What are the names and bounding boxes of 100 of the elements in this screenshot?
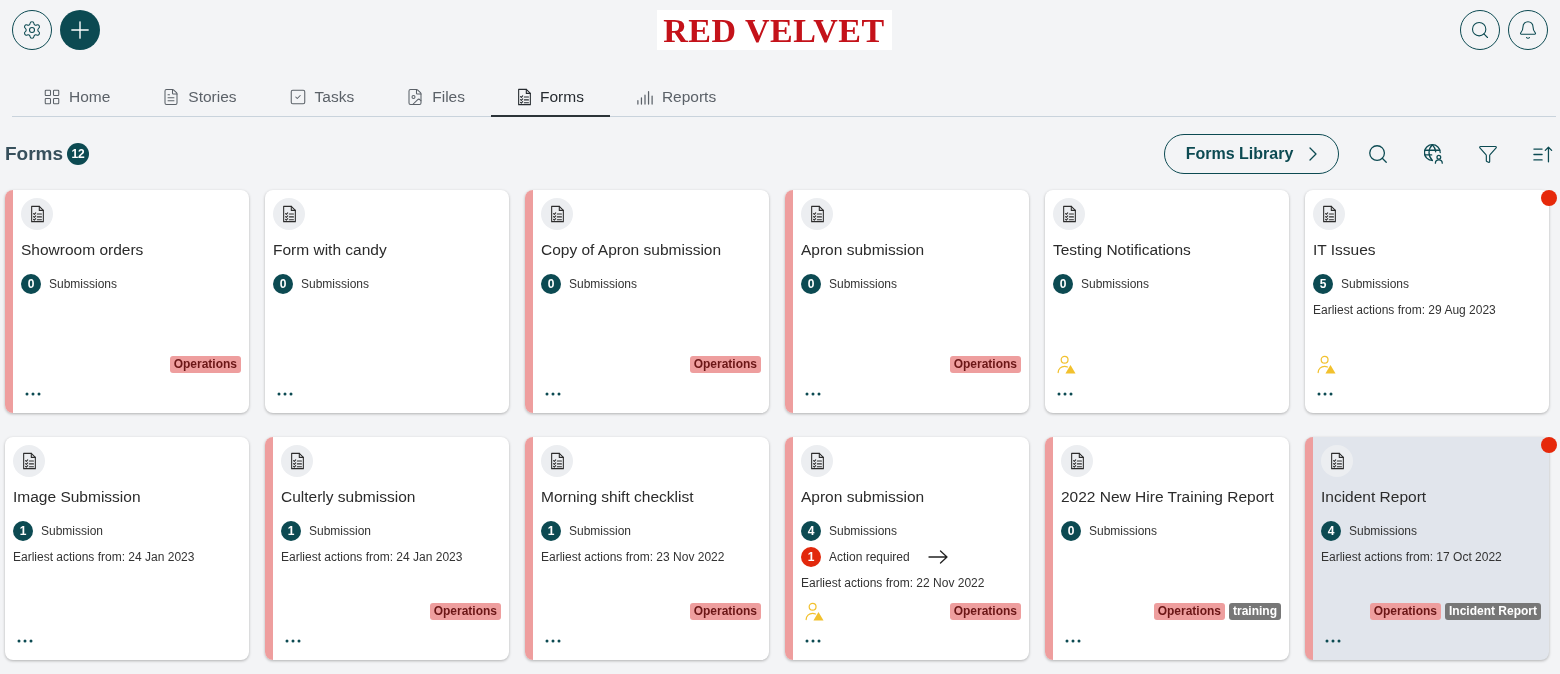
earliest-actions-text: Earliest actions from: 17 Oct 2022: [1321, 549, 1503, 566]
form-title[interactable]: Showroom orders: [21, 240, 241, 260]
form-title[interactable]: IT Issues: [1313, 240, 1541, 260]
count-badge: 5: [1313, 274, 1333, 294]
form-icon: [13, 445, 45, 477]
form-card[interactable]: Incident Report 4 Submissions Earliest actions from: 17 Oct 2022 Operations Incident Report: [1305, 437, 1549, 660]
count-badge: 1: [13, 521, 33, 541]
count-label: Submissions: [1341, 276, 1410, 293]
ellipsis-icon: [277, 392, 293, 396]
count-label: Submissions: [569, 276, 638, 293]
category-tag: Operations: [689, 602, 761, 620]
form-title[interactable]: Copy of Apron submission: [541, 240, 761, 260]
form-icon: [541, 198, 573, 230]
category-tag: Operations: [689, 355, 761, 373]
form-card[interactable]: 2022 New Hire Training Report 0 Submissions Operations training: [1045, 437, 1289, 660]
category-tag: training: [1229, 602, 1281, 620]
earliest-actions-text: Earliest actions from: 23 Nov 2022: [541, 549, 726, 566]
search-icon: [1367, 143, 1389, 165]
form-title[interactable]: 2022 New Hire Training Report: [1061, 487, 1281, 507]
sort-icon: [1533, 145, 1553, 163]
chevron-right-icon: [1309, 147, 1318, 161]
arrow-right-icon[interactable]: [927, 550, 948, 564]
count-badge: 1: [801, 547, 821, 567]
globe-user-icon: [1423, 144, 1443, 164]
category-tag: Operations: [949, 602, 1021, 620]
count-badge: 4: [1321, 521, 1341, 541]
count-label: Submissions: [829, 276, 898, 293]
count-label: Submission: [41, 523, 104, 540]
form-title[interactable]: Culterly submission: [281, 487, 501, 507]
settings-icon: [22, 20, 42, 40]
form-icon: [801, 198, 833, 230]
category-tag: Incident Report: [1445, 602, 1541, 620]
add-button[interactable]: [60, 10, 100, 50]
form-card[interactable]: Copy of Apron submission 0 Submissions Operations: [525, 190, 769, 413]
category-tag: Operations: [429, 602, 501, 620]
nav-tab[interactable]: Forms: [490, 78, 610, 117]
ellipsis-icon: [805, 392, 821, 396]
count-badge: 1: [281, 521, 301, 541]
ellipsis-icon: [25, 392, 41, 396]
ellipsis-icon: [285, 639, 301, 643]
form-title[interactable]: Testing Notifications: [1053, 240, 1281, 260]
form-icon: [801, 445, 833, 477]
form-card[interactable]: Apron submission 4 Submissions 1 Action required Earliest actions from: 22 Nov 2022 Operations: [785, 437, 1029, 660]
ellipsis-icon: [1325, 639, 1341, 643]
ellipsis-icon: [1065, 639, 1081, 643]
image-file-icon: [406, 87, 425, 106]
count-label: Action required: [829, 549, 910, 566]
category-tag: Operations: [169, 355, 241, 373]
form-card[interactable]: Testing Notifications 0 Submissions: [1045, 190, 1289, 413]
form-icon: [541, 445, 573, 477]
nav-tab[interactable]: Tasks: [262, 78, 381, 117]
ellipsis-icon: [17, 639, 33, 643]
search-icon: [1470, 20, 1490, 40]
form-card[interactable]: IT Issues 5 Submissions Earliest actions from: 29 Aug 2023: [1305, 190, 1549, 413]
form-card[interactable]: Culterly submission 1 Submission Earliest actions from: 24 Jan 2023 Operations: [265, 437, 509, 660]
count-label: Submissions: [49, 276, 118, 293]
form-title[interactable]: Apron submission: [801, 487, 1021, 507]
nav-tab[interactable]: Files: [380, 78, 491, 117]
form-card[interactable]: Morning shift checklist 1 Submission Earliest actions from: 23 Nov 2022 Operations: [525, 437, 769, 660]
count-badge: 4: [801, 521, 821, 541]
brand-logo: RED VELVET: [656, 10, 892, 50]
form-title[interactable]: Incident Report: [1321, 487, 1541, 507]
bell-icon: [1518, 20, 1538, 40]
form-card[interactable]: Apron submission 0 Submissions Operations: [785, 190, 1029, 413]
document-icon: [162, 87, 181, 106]
form-title[interactable]: Form with candy: [273, 240, 501, 260]
earliest-actions-text: Earliest actions from: 24 Jan 2023: [281, 549, 464, 566]
form-icon: [1313, 198, 1345, 230]
nav-tab[interactable]: Stories: [136, 78, 263, 117]
form-card[interactable]: Showroom orders 0 Submissions Operations: [5, 190, 249, 413]
count-badge: 0: [541, 274, 561, 294]
form-icon: [1321, 445, 1353, 477]
form-icon: [273, 198, 305, 230]
form-icon: [21, 198, 53, 230]
form-icon: [1053, 198, 1085, 230]
count-label: Submissions: [1349, 523, 1418, 540]
form-card[interactable]: Image Submission 1 Submission Earliest actions from: 24 Jan 2023: [5, 437, 249, 660]
earliest-actions-text: Earliest actions from: 29 Aug 2023: [1313, 302, 1497, 319]
nav-tab[interactable]: Reports: [609, 78, 743, 117]
category-tag: Operations: [1369, 602, 1441, 620]
form-icon: [1061, 445, 1093, 477]
count-badge: 12: [67, 143, 90, 165]
form-title[interactable]: Morning shift checklist: [541, 487, 761, 507]
form-card[interactable]: Form with candy 0 Submissions: [265, 190, 509, 413]
ellipsis-icon: [1317, 392, 1333, 396]
count-badge: 0: [1053, 274, 1073, 294]
count-label: Submissions: [829, 523, 898, 540]
checkbox-icon: [288, 87, 307, 106]
nav-tab[interactable]: Home: [17, 78, 137, 117]
ellipsis-icon: [545, 392, 561, 396]
grid-icon: [43, 87, 61, 106]
filter-icon: [1478, 144, 1498, 164]
category-tag: Operations: [949, 355, 1021, 373]
form-title[interactable]: Image Submission: [13, 487, 241, 507]
form-title[interactable]: Apron submission: [801, 240, 1021, 260]
count-badge: 0: [273, 274, 293, 294]
count-badge: 0: [1061, 521, 1081, 541]
count-label: Submissions: [301, 276, 370, 293]
earliest-actions-text: Earliest actions from: 24 Jan 2023: [13, 549, 196, 566]
ellipsis-icon: [1057, 392, 1073, 396]
